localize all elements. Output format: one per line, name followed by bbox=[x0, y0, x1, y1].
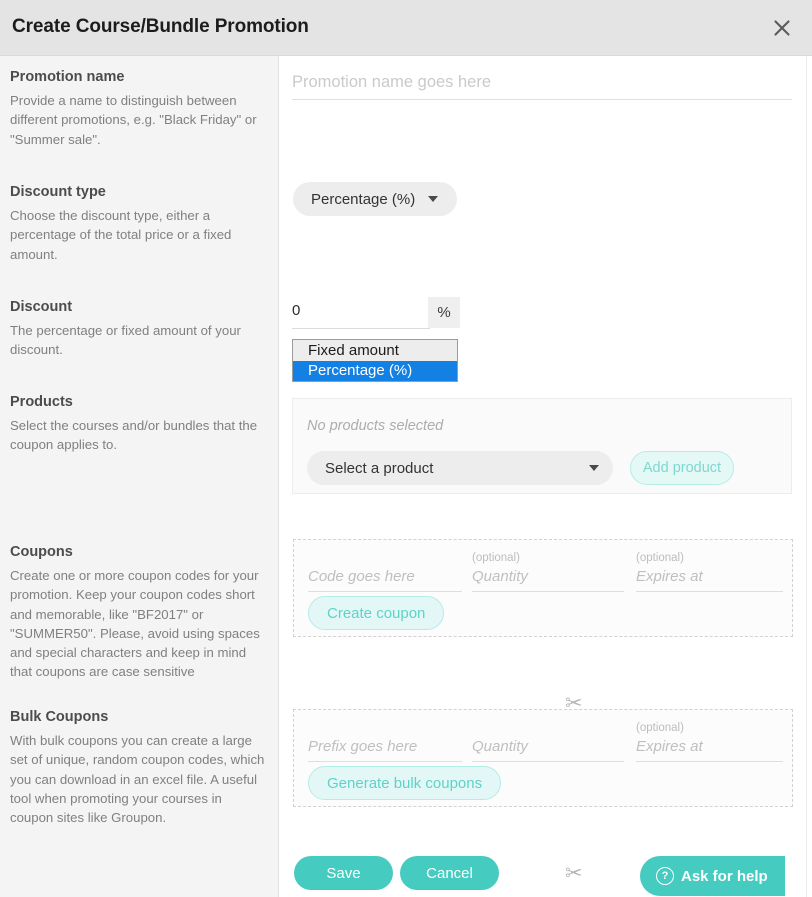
bulk-expires-input[interactable] bbox=[636, 736, 783, 762]
sidebar-body: Choose the discount type, either a perce… bbox=[10, 208, 232, 262]
sidebar-heading: Coupons bbox=[10, 544, 73, 560]
close-icon[interactable] bbox=[770, 16, 794, 40]
dropdown-option-percentage[interactable]: Percentage (%) bbox=[293, 361, 457, 381]
sidebar-heading: Products bbox=[10, 394, 73, 410]
scissors-icon: ✂ bbox=[565, 692, 583, 715]
discount-amount-input[interactable] bbox=[292, 297, 430, 329]
generate-bulk-coupons-button[interactable]: Generate bulk coupons bbox=[308, 766, 502, 800]
sidebar-heading: Discount bbox=[10, 299, 73, 315]
sidebar-body: Provide a name to distinguish between di… bbox=[10, 93, 257, 147]
help-sidebar: Promotion name Provide a name to disting… bbox=[0, 56, 279, 897]
discount-type-select[interactable]: Percentage (%) bbox=[293, 182, 457, 216]
bulk-prefix-input[interactable] bbox=[308, 736, 462, 762]
bulk-coupon-box: (optional) Generate bulk coupons bbox=[293, 709, 793, 807]
dialog-header: Create Course/Bundle Promotion bbox=[0, 0, 812, 56]
promotion-form: Percentage (%) % Fixed amount Percentage… bbox=[280, 56, 812, 897]
sidebar-section-promotion-name: Promotion name Provide a name to disting… bbox=[10, 68, 268, 149]
dialog-right-edge bbox=[806, 56, 812, 897]
sidebar-section-bulk-coupons: Bulk Coupons With bulk coupons you can c… bbox=[10, 708, 268, 827]
ask-for-help-button[interactable]: ? Ask for help bbox=[640, 856, 785, 896]
sidebar-body: With bulk coupons you can create a large… bbox=[10, 733, 265, 826]
coupon-quantity-optional-label: (optional) bbox=[472, 552, 520, 564]
discount-unit-label: % bbox=[428, 297, 460, 328]
sidebar-body: Select the courses and/or bundles that t… bbox=[10, 418, 258, 453]
sidebar-section-products: Products Select the courses and/or bundl… bbox=[10, 393, 268, 455]
bulk-expires-optional-label: (optional) bbox=[636, 722, 684, 734]
bulk-quantity-input[interactable] bbox=[472, 736, 624, 762]
sidebar-heading: Discount type bbox=[10, 184, 106, 200]
product-select[interactable]: Select a product bbox=[307, 451, 613, 485]
coupon-expires-input[interactable] bbox=[636, 566, 783, 592]
add-product-button[interactable]: Add product bbox=[630, 451, 734, 485]
coupon-code-input[interactable] bbox=[308, 566, 462, 592]
sidebar-heading: Promotion name bbox=[10, 69, 125, 85]
discount-type-dropdown-list[interactable]: Fixed amount Percentage (%) bbox=[292, 339, 458, 382]
no-products-label: No products selected bbox=[307, 418, 444, 434]
create-promotion-dialog: Create Course/Bundle Promotion Promotion… bbox=[0, 0, 812, 897]
promotion-name-input[interactable] bbox=[292, 70, 792, 100]
sidebar-section-coupons: Coupons Create one or more coupon codes … bbox=[10, 543, 268, 682]
sidebar-section-discount: Discount The percentage or fixed amount … bbox=[10, 298, 268, 360]
page-title: Create Course/Bundle Promotion bbox=[12, 16, 309, 37]
coupon-expires-optional-label: (optional) bbox=[636, 552, 684, 564]
sidebar-body: Create one or more coupon codes for your… bbox=[10, 568, 260, 680]
create-coupon-button[interactable]: Create coupon bbox=[308, 596, 445, 630]
sidebar-body: The percentage or fixed amount of your d… bbox=[10, 323, 241, 358]
sidebar-heading: Bulk Coupons bbox=[10, 709, 109, 725]
question-mark-icon: ? bbox=[656, 867, 674, 885]
dropdown-option-fixed-amount[interactable]: Fixed amount bbox=[293, 341, 457, 361]
sidebar-section-discount-type: Discount type Choose the discount type, … bbox=[10, 183, 268, 264]
ask-for-help-label: Ask for help bbox=[681, 867, 768, 885]
products-card: No products selected Select a product Ad… bbox=[292, 398, 792, 494]
coupon-quantity-input[interactable] bbox=[472, 566, 624, 592]
cancel-button[interactable]: Cancel bbox=[400, 856, 499, 890]
save-button[interactable]: Save bbox=[294, 856, 393, 890]
coupon-create-box: (optional) (optional) Create coupon bbox=[293, 539, 793, 637]
scissors-icon: ✂ bbox=[565, 862, 583, 885]
